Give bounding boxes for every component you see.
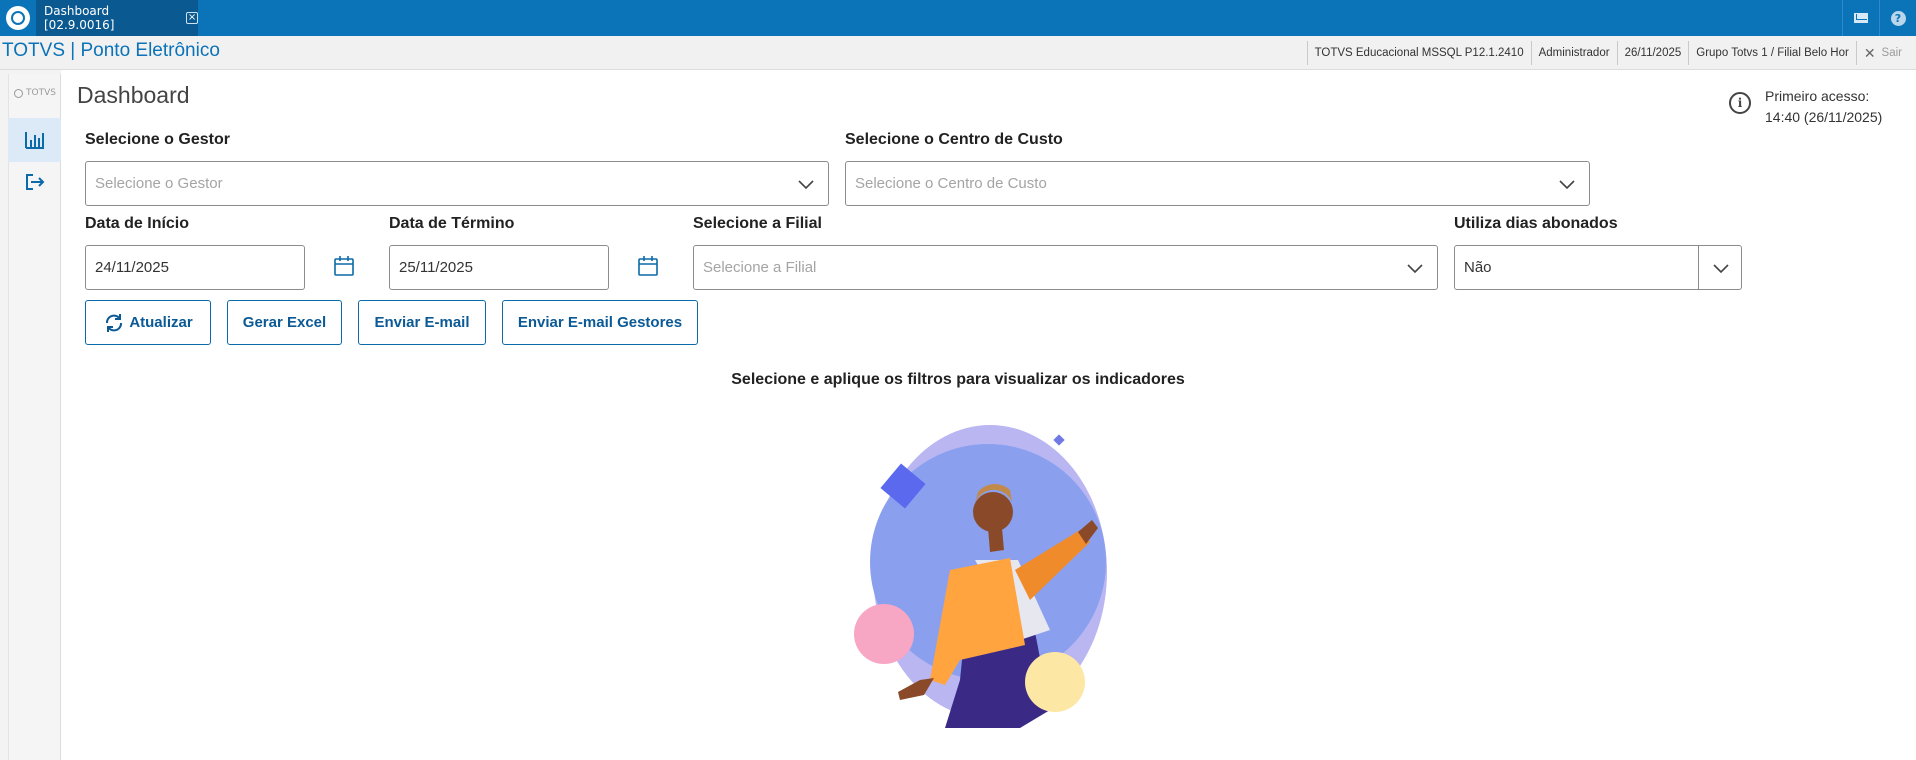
data-termino-label: Data de Término xyxy=(389,215,515,232)
empty-state-illustration xyxy=(854,425,1107,728)
enviar-email-gestores-button[interactable]: Enviar E-mail Gestores xyxy=(502,300,698,345)
gestor-select[interactable]: Selecione o Gestor xyxy=(85,161,829,206)
atualizar-label: Atualizar xyxy=(129,314,193,331)
gerar-excel-label: Gerar Excel xyxy=(242,314,327,331)
exit-label: Sair xyxy=(1881,47,1902,59)
mail-icon[interactable] xyxy=(1842,0,1879,36)
rail-logo-text: TOTVS xyxy=(26,88,56,98)
tab-close-icon[interactable]: × xyxy=(186,12,198,24)
tab-title: Dashboard [02.9.0016] xyxy=(44,4,115,32)
enviar-email-label: Enviar E-mail xyxy=(374,314,470,331)
dias-abonados-value: Não xyxy=(1464,259,1492,276)
status-date: 26/11/2025 xyxy=(1616,41,1689,65)
chevron-down-icon xyxy=(798,180,814,190)
chevron-down-icon xyxy=(1407,264,1423,274)
status-user: Administrador xyxy=(1530,41,1617,65)
status-system: TOTVS Educacional MSSQL P12.1.2410 xyxy=(1306,41,1531,65)
gestor-label: Selecione o Gestor xyxy=(85,131,230,148)
first-access-info: i Primeiro acesso: 14:40 (26/11/2025) xyxy=(1729,88,1909,128)
calendar-icon[interactable] xyxy=(333,255,355,277)
enviar-email-gestores-label: Enviar E-mail Gestores xyxy=(517,314,683,331)
help-icon[interactable]: ? xyxy=(1879,0,1916,36)
gestor-placeholder: Selecione o Gestor xyxy=(95,175,223,192)
gerar-excel-button[interactable]: Gerar Excel xyxy=(227,300,342,345)
chevron-down-icon xyxy=(1713,264,1729,274)
filial-select[interactable]: Selecione a Filial xyxy=(693,245,1438,290)
bar-chart-icon xyxy=(24,132,44,149)
empty-state-message: Selecione e aplique os filtros para visu… xyxy=(731,371,1185,388)
data-inicio-input[interactable]: 24/11/2025 xyxy=(85,245,305,290)
calendar-icon[interactable] xyxy=(637,255,659,277)
centro-custo-placeholder: Selecione o Centro de Custo xyxy=(855,175,1047,192)
rail-logo: TOTVS xyxy=(14,88,56,98)
rail-item-logout[interactable] xyxy=(8,160,61,204)
info-icon[interactable]: i xyxy=(1729,92,1751,114)
status-branch: Grupo Totvs 1 / Filial Belo Hor xyxy=(1688,41,1856,65)
dias-abonados-select[interactable]: Não xyxy=(1454,245,1742,290)
product-title: TOTVS | Ponto Eletrônico xyxy=(2,40,220,61)
refresh-icon xyxy=(106,313,123,332)
centro-custo-label: Selecione o Centro de Custo xyxy=(845,131,1063,148)
top-bar: Dashboard [02.9.0016] × ? xyxy=(0,0,1916,36)
atualizar-button[interactable]: Atualizar xyxy=(85,300,211,345)
chevron-down-icon xyxy=(1559,180,1575,190)
rail-item-dashboard[interactable] xyxy=(8,118,61,162)
data-termino-input[interactable]: 25/11/2025 xyxy=(389,245,609,290)
page-title: Dashboard xyxy=(77,82,190,108)
first-access-label: Primeiro acesso: xyxy=(1765,88,1870,104)
top-right-tools: ? xyxy=(1842,0,1916,36)
centro-custo-select[interactable]: Selecione o Centro de Custo xyxy=(845,161,1590,206)
filial-placeholder: Selecione a Filial xyxy=(703,259,817,276)
data-inicio-label: Data de Início xyxy=(85,215,190,232)
totvs-mark-icon xyxy=(14,88,23,98)
totvs-logo-icon[interactable] xyxy=(0,0,36,36)
data-inicio-value: 24/11/2025 xyxy=(95,259,169,276)
first-access-value: 14:40 (26/11/2025) xyxy=(1765,109,1883,125)
dias-abonados-label: Utiliza dias abonados xyxy=(1454,215,1618,232)
filial-label: Selecione a Filial xyxy=(693,215,822,232)
status-strip: TOTVS Educacional MSSQL P12.1.2410 Admin… xyxy=(1306,41,1916,65)
exit-button[interactable]: ✕ Sair xyxy=(1855,41,1916,65)
logout-icon xyxy=(25,174,44,190)
close-icon: ✕ xyxy=(1863,44,1876,61)
data-termino-value: 25/11/2025 xyxy=(399,259,473,276)
tab-dashboard[interactable]: Dashboard [02.9.0016] × xyxy=(36,0,198,36)
header-bar: TOTVS | Ponto Eletrônico TOTVS Educacion… xyxy=(0,36,1916,70)
enviar-email-button[interactable]: Enviar E-mail xyxy=(358,300,486,345)
